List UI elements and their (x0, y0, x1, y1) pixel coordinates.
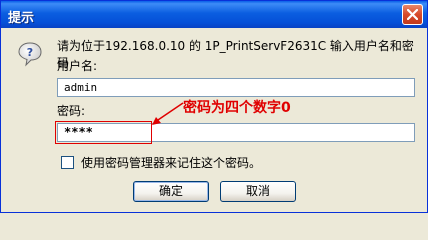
svg-text:?: ? (27, 46, 33, 59)
close-button[interactable] (402, 4, 423, 25)
cancel-button[interactable]: 取消 (220, 181, 296, 202)
prompt-dialog: 提示 ? 请为位于192.168.0.10 的 1P_PrintServF263… (0, 0, 428, 213)
username-input[interactable]: admin (57, 78, 415, 97)
username-label: 用户名: (57, 59, 98, 73)
question-icon: ? (18, 42, 42, 67)
remember-password-checkbox[interactable] (61, 156, 74, 169)
password-highlight-box (55, 121, 152, 144)
password-label: 密码: (57, 104, 86, 118)
remember-password-label[interactable]: 使用密码管理器来记住这个密码。 (81, 154, 261, 171)
prompt-text: 请为位于192.168.0.10 的 1P_PrintServF2631C 输入… (57, 39, 414, 70)
title-bar[interactable]: 提示 (1, 1, 427, 28)
ok-button[interactable]: 确定 (133, 181, 209, 202)
window-title: 提示 (8, 11, 35, 26)
annotation-text: 密码为四个数字0 (183, 100, 291, 116)
annotation-arrow (152, 102, 184, 125)
close-icon (407, 9, 418, 20)
